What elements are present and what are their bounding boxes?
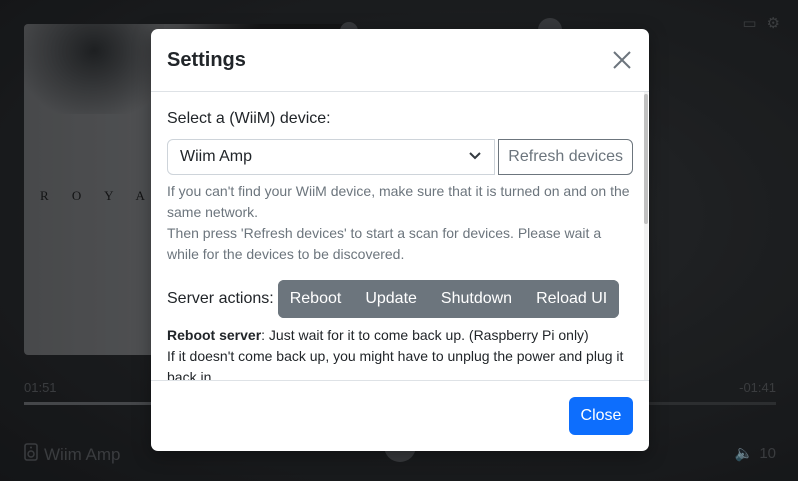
device-row: Wiim Amp Refresh devices <box>167 139 633 175</box>
reboot-info: Reboot server: Just wait for it to come … <box>167 325 637 380</box>
modal-header: Settings <box>151 29 649 92</box>
settings-modal: Settings Select a (WiiM) device: Wiim Am… <box>151 29 649 451</box>
modal-title: Settings <box>167 49 246 71</box>
server-actions-label: Server actions: <box>167 290 274 307</box>
close-button[interactable]: Close <box>569 397 633 435</box>
help-line-1: If you can't find your WiiM device, make… <box>167 183 630 220</box>
update-button[interactable]: Update <box>353 280 429 318</box>
device-select-value: Wiim Amp <box>180 148 252 165</box>
refresh-devices-button[interactable]: Refresh devices <box>498 139 633 175</box>
modal-body: Select a (WiiM) device: Wiim Amp Refresh… <box>151 92 649 380</box>
modal-scrollbar[interactable] <box>644 92 648 380</box>
reboot-button[interactable]: Reboot <box>277 280 354 318</box>
chevron-down-icon <box>468 148 482 166</box>
server-actions-group: Reboot Update Shutdown Reload UI <box>277 280 620 318</box>
reboot-info-extra: If it doesn't come back up, you might ha… <box>167 348 624 380</box>
close-icon[interactable] <box>609 47 635 73</box>
device-select[interactable]: Wiim Amp <box>167 139 496 175</box>
server-actions-row: Server actions: Reboot Update Shutdown R… <box>167 280 633 318</box>
help-line-2: Then press 'Refresh devices' to start a … <box>167 225 602 262</box>
reboot-info-desc: : Just wait for it to come back up. (Ras… <box>261 327 589 343</box>
device-select-label: Select a (WiiM) device: <box>167 110 331 127</box>
reload-ui-button[interactable]: Reload UI <box>524 280 620 318</box>
shutdown-button[interactable]: Shutdown <box>428 280 525 318</box>
device-help-text: If you can't find your WiiM device, make… <box>167 181 633 265</box>
reboot-info-title: Reboot server <box>167 327 262 343</box>
scrollbar-thumb[interactable] <box>644 94 648 224</box>
modal-footer: Close <box>151 380 649 451</box>
